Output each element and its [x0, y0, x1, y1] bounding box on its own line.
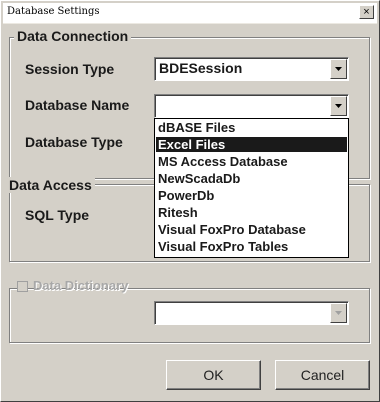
dropdown-option[interactable]: MS Access Database	[156, 154, 347, 169]
dropdown-option[interactable]: Ritesh	[156, 205, 347, 220]
dropdown-option[interactable]: Visual FoxPro Tables	[156, 239, 347, 254]
dropdown-option[interactable]: Visual FoxPro Database	[156, 222, 347, 237]
dropdown-option[interactable]: dBASE Files	[156, 120, 347, 135]
window-title: Database Settings	[7, 6, 100, 17]
ok-button[interactable]: OK	[166, 360, 261, 390]
close-icon[interactable]: ×	[359, 5, 374, 19]
database-name-label: Database Name	[25, 97, 130, 113]
dropdown-option[interactable]: PowerDb	[156, 188, 347, 203]
session-type-value: BDESession	[159, 60, 243, 76]
data-access-legend: Data Access	[6, 177, 95, 193]
data-dictionary-select[interactable]	[154, 301, 349, 325]
chevron-down-icon	[335, 104, 342, 108]
title-bar: Database Settings ×	[3, 3, 377, 24]
cancel-button[interactable]: Cancel	[275, 360, 370, 390]
dropdown-option[interactable]: NewScadaDb	[156, 171, 347, 186]
database-settings-dialog: Database Settings × Data Connection Sess…	[0, 0, 380, 402]
session-type-select[interactable]: BDESession	[154, 57, 349, 81]
database-name-dropdown-button[interactable]	[330, 96, 347, 116]
data-dictionary-checkbox[interactable]	[17, 281, 28, 292]
dropdown-option-selected[interactable]: Excel Files	[156, 137, 347, 152]
data-dictionary-label: Data Dictionary	[33, 278, 129, 293]
session-type-dropdown-button[interactable]	[330, 59, 347, 79]
database-name-select[interactable]	[154, 94, 349, 118]
chevron-down-icon	[335, 311, 342, 315]
session-type-label: Session Type	[25, 61, 115, 77]
database-type-label: Database Type	[25, 134, 123, 150]
database-name-dropdown-list: dBASE Files Excel Files MS Access Databa…	[154, 118, 349, 258]
chevron-down-icon	[335, 67, 342, 71]
data-connection-legend: Data Connection	[14, 28, 132, 44]
sql-type-label: SQL Type	[25, 207, 90, 223]
data-dictionary-dropdown-button[interactable]	[330, 303, 347, 323]
